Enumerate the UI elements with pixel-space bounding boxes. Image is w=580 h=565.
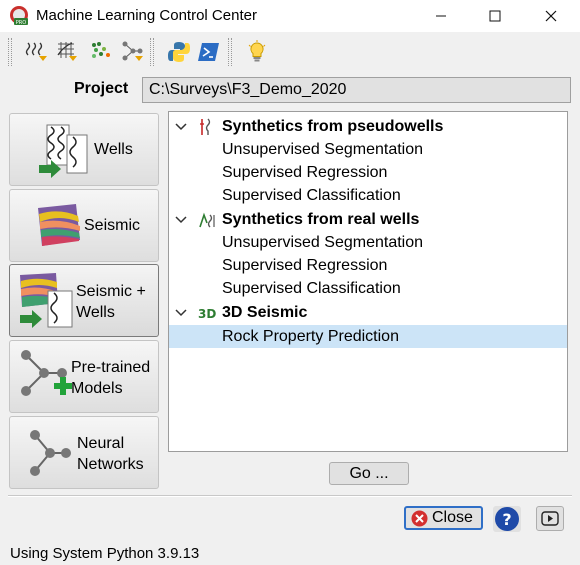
tree-item[interactable]: Supervised Classification — [169, 184, 567, 207]
sidebar-item-wells[interactable]: Wells — [9, 113, 159, 186]
play-video-icon — [541, 511, 559, 526]
tips-button[interactable] — [244, 39, 270, 65]
pseudowell-icon — [200, 118, 211, 135]
python-icon — [168, 42, 190, 62]
tree-group-title: Synthetics from pseudowells — [222, 118, 444, 135]
minimize-button[interactable] — [418, 0, 464, 32]
toolbar-separator — [8, 38, 12, 66]
wells-tool-button[interactable] — [24, 39, 50, 65]
status-bar-text: Using System Python 3.9.13 — [10, 545, 200, 562]
minimize-icon — [436, 15, 446, 17]
tree-group-title: Synthetics from real wells — [222, 211, 420, 228]
project-path-field[interactable]: C:\Surveys\F3_Demo_2020 — [142, 77, 571, 103]
sidebar-item-label: Pre-trained — [71, 359, 151, 376]
toolbar-separator — [150, 38, 154, 66]
tree-item-label: Unsupervised Segmentation — [222, 141, 424, 158]
lightbulb-icon — [248, 40, 266, 62]
app-logo-icon: PRO — [10, 6, 28, 26]
sidebar-item-label: Neural — [77, 435, 125, 452]
help-icon[interactable]: ? — [493, 506, 521, 532]
seismic-icon — [38, 204, 80, 246]
maximize-button[interactable] — [472, 0, 518, 32]
sidebar-item-label: Seismic — [84, 217, 141, 234]
window-title: Machine Learning Control Center — [36, 7, 257, 24]
tree-item-label: Unsupervised Segmentation — [222, 234, 424, 251]
realwell-icon — [199, 212, 215, 228]
tree-item-label: Supervised Regression — [222, 164, 388, 181]
workflow-tree[interactable]: Synthetics from pseudowells Unsupervised… — [168, 111, 568, 452]
pretrained-models-icon — [21, 350, 72, 396]
tree-group-pseudowells[interactable]: Synthetics from pseudowells — [169, 115, 567, 138]
grid-icon — [57, 42, 77, 61]
tree-item[interactable]: Unsupervised Segmentation — [169, 138, 567, 161]
svg-text:PRO: PRO — [16, 20, 26, 26]
tree-item-label: Rock Property Prediction — [222, 328, 399, 345]
sidebar-item-label-2: Networks — [77, 456, 144, 473]
tree-item[interactable]: Unsupervised Segmentation — [169, 231, 567, 254]
toolbar-separator — [228, 38, 232, 66]
network-icon — [122, 41, 143, 61]
go-button[interactable]: Go ... — [329, 462, 409, 485]
tree-item-label: Supervised Classification — [222, 187, 401, 204]
close-button-label: Close — [432, 509, 473, 526]
tree-item-label: Supervised Regression — [222, 257, 388, 274]
clustering-icon — [92, 42, 110, 58]
svg-text:?: ? — [502, 510, 511, 529]
sidebar-item-label-2: Wells — [76, 304, 115, 321]
title-bar: PRO Machine Learning Control Center — [0, 0, 580, 32]
sidebar-item-label: Wells — [94, 141, 133, 158]
sidebar-item-pretrained-models[interactable]: Pre-trained Models — [9, 340, 159, 413]
tree-item[interactable]: Supervised Regression — [169, 254, 567, 277]
python-button[interactable] — [166, 39, 192, 65]
well-logs-icon — [25, 42, 47, 61]
sidebar-item-seismic[interactable]: Seismic — [9, 189, 159, 262]
sidebar-item-label-2: Models — [71, 380, 123, 397]
chevron-down-icon[interactable] — [173, 115, 189, 138]
chevron-down-icon[interactable] — [173, 301, 189, 324]
close-circle-icon — [411, 510, 428, 527]
close-button[interactable]: Close — [404, 506, 483, 530]
grid-tool-button[interactable] — [54, 39, 80, 65]
terminal-icon — [198, 43, 219, 61]
project-label: Project — [74, 80, 129, 97]
tree-item[interactable]: Supervised Regression — [169, 161, 567, 184]
3d-icon-text: 3D — [198, 307, 216, 321]
sidebar-item-label: Seismic + — [76, 283, 146, 300]
sidebar-item-neural-networks[interactable]: Neural Networks — [9, 416, 159, 489]
tree-item[interactable]: Supervised Classification — [169, 277, 567, 300]
cluster-tool-button[interactable] — [88, 39, 114, 65]
close-window-button[interactable] — [528, 0, 574, 32]
sidebar-item-seismic-wells[interactable]: Seismic + Wells — [9, 264, 159, 337]
tree-item-selected[interactable]: Rock Property Prediction — [169, 325, 567, 348]
network-tool-button[interactable] — [120, 39, 146, 65]
separator — [8, 495, 572, 497]
3d-seismic-icon: 3D — [198, 307, 216, 321]
close-icon — [545, 10, 557, 22]
seismic-wells-icon — [20, 273, 73, 328]
tree-item-label: Supervised Classification — [222, 280, 401, 297]
tree-group-real-wells[interactable]: Synthetics from real wells — [169, 208, 567, 231]
maximize-icon — [489, 10, 501, 22]
video-tutorial-button[interactable] — [536, 506, 564, 531]
neural-network-icon — [30, 430, 71, 476]
powershell-button[interactable] — [196, 39, 222, 65]
chevron-down-icon[interactable] — [173, 208, 189, 231]
toolbar — [0, 32, 580, 72]
tree-group-title: 3D Seismic — [222, 304, 308, 321]
tree-group-3d-seismic[interactable]: 3D 3D Seismic — [169, 301, 567, 324]
wells-icon — [39, 124, 88, 178]
